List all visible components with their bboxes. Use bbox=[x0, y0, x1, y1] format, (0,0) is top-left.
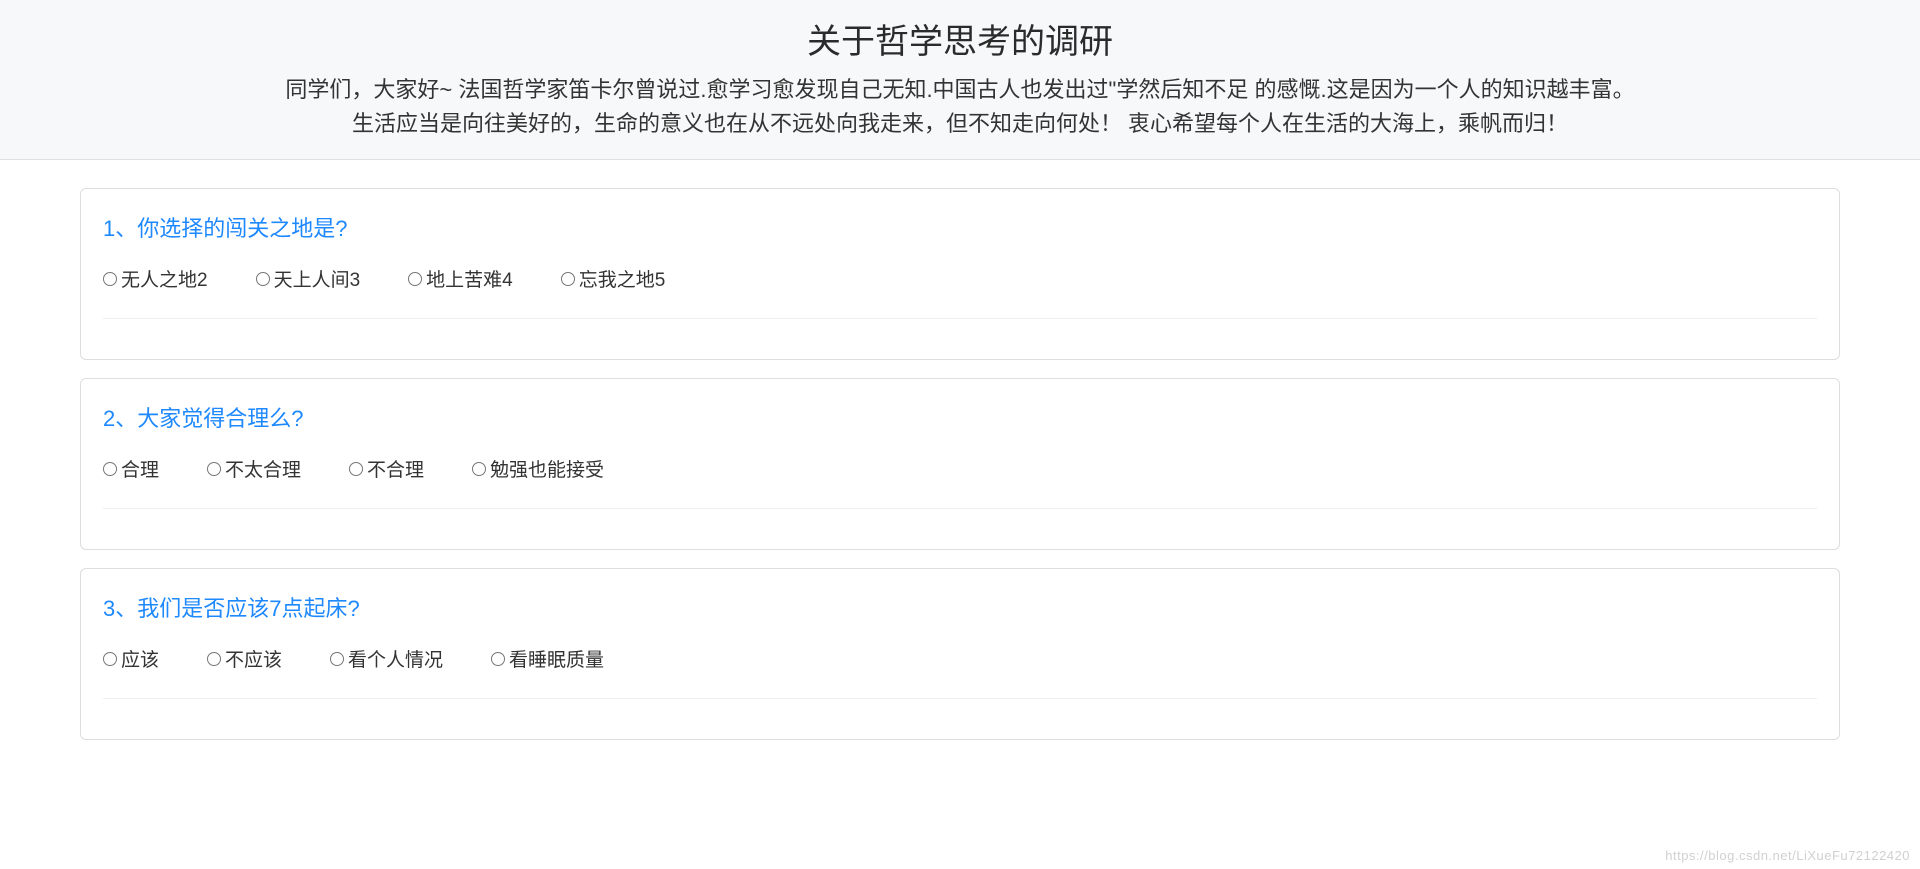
question-options: 合理 不太合理 不合理 勉强也能接受 bbox=[103, 455, 1817, 509]
option[interactable]: 不合理 bbox=[349, 455, 424, 482]
option-radio[interactable] bbox=[256, 272, 270, 286]
option-radio[interactable] bbox=[491, 652, 505, 666]
option[interactable]: 无人之地2 bbox=[103, 265, 208, 292]
question-title: 2、大家觉得合理么? bbox=[103, 401, 1817, 433]
option-radio[interactable] bbox=[207, 462, 221, 476]
survey-description: 同学们，大家好~ 法国哲学家笛卡尔曾说过.愈学习愈发现自己无知.中国古人也发出过… bbox=[285, 73, 1635, 141]
option-label: 无人之地2 bbox=[121, 265, 208, 292]
survey-header: 关于哲学思考的调研 同学们，大家好~ 法国哲学家笛卡尔曾说过.愈学习愈发现自己无… bbox=[0, 0, 1920, 160]
option-radio[interactable] bbox=[472, 462, 486, 476]
question-options: 无人之地2 天上人间3 地上苦难4 忘我之地5 bbox=[103, 265, 1817, 319]
option[interactable]: 应该 bbox=[103, 645, 159, 672]
option[interactable]: 看个人情况 bbox=[330, 645, 443, 672]
question-card: 3、我们是否应该7点起床? 应该 不应该 看个人情况 看睡眠质量 bbox=[80, 568, 1840, 740]
option-label: 不太合理 bbox=[225, 455, 301, 482]
page-scroll-container[interactable]: 关于哲学思考的调研 同学们，大家好~ 法国哲学家笛卡尔曾说过.愈学习愈发现自己无… bbox=[0, 0, 1920, 869]
option-label: 勉强也能接受 bbox=[490, 455, 604, 482]
question-title: 1、你选择的闯关之地是? bbox=[103, 211, 1817, 243]
option-radio[interactable] bbox=[330, 652, 344, 666]
option[interactable]: 合理 bbox=[103, 455, 159, 482]
option[interactable]: 地上苦难4 bbox=[408, 265, 513, 292]
option-radio[interactable] bbox=[408, 272, 422, 286]
question-title: 3、我们是否应该7点起床? bbox=[103, 591, 1817, 623]
option-radio[interactable] bbox=[561, 272, 575, 286]
survey-title: 关于哲学思考的调研 bbox=[80, 14, 1840, 63]
option-radio[interactable] bbox=[349, 462, 363, 476]
option-label: 不应该 bbox=[225, 645, 282, 672]
option-radio[interactable] bbox=[103, 652, 117, 666]
option-radio[interactable] bbox=[103, 272, 117, 286]
option-label: 应该 bbox=[121, 645, 159, 672]
option-label: 忘我之地5 bbox=[579, 265, 666, 292]
option-label: 合理 bbox=[121, 455, 159, 482]
option[interactable]: 看睡眠质量 bbox=[491, 645, 604, 672]
option[interactable]: 勉强也能接受 bbox=[472, 455, 604, 482]
option-label: 看睡眠质量 bbox=[509, 645, 604, 672]
option[interactable]: 忘我之地5 bbox=[561, 265, 666, 292]
option-label: 不合理 bbox=[367, 455, 424, 482]
option-label: 看个人情况 bbox=[348, 645, 443, 672]
option-radio[interactable] bbox=[207, 652, 221, 666]
option-label: 天上人间3 bbox=[274, 265, 361, 292]
option-label: 地上苦难4 bbox=[426, 265, 513, 292]
survey-content: 1、你选择的闯关之地是? 无人之地2 天上人间3 地上苦难4 忘我之地5 bbox=[0, 160, 1920, 780]
question-card: 2、大家觉得合理么? 合理 不太合理 不合理 勉强也能接受 bbox=[80, 378, 1840, 550]
option[interactable]: 不应该 bbox=[207, 645, 282, 672]
option-radio[interactable] bbox=[103, 462, 117, 476]
option[interactable]: 天上人间3 bbox=[256, 265, 361, 292]
question-options: 应该 不应该 看个人情况 看睡眠质量 bbox=[103, 645, 1817, 699]
question-card: 1、你选择的闯关之地是? 无人之地2 天上人间3 地上苦难4 忘我之地5 bbox=[80, 188, 1840, 360]
option[interactable]: 不太合理 bbox=[207, 455, 301, 482]
